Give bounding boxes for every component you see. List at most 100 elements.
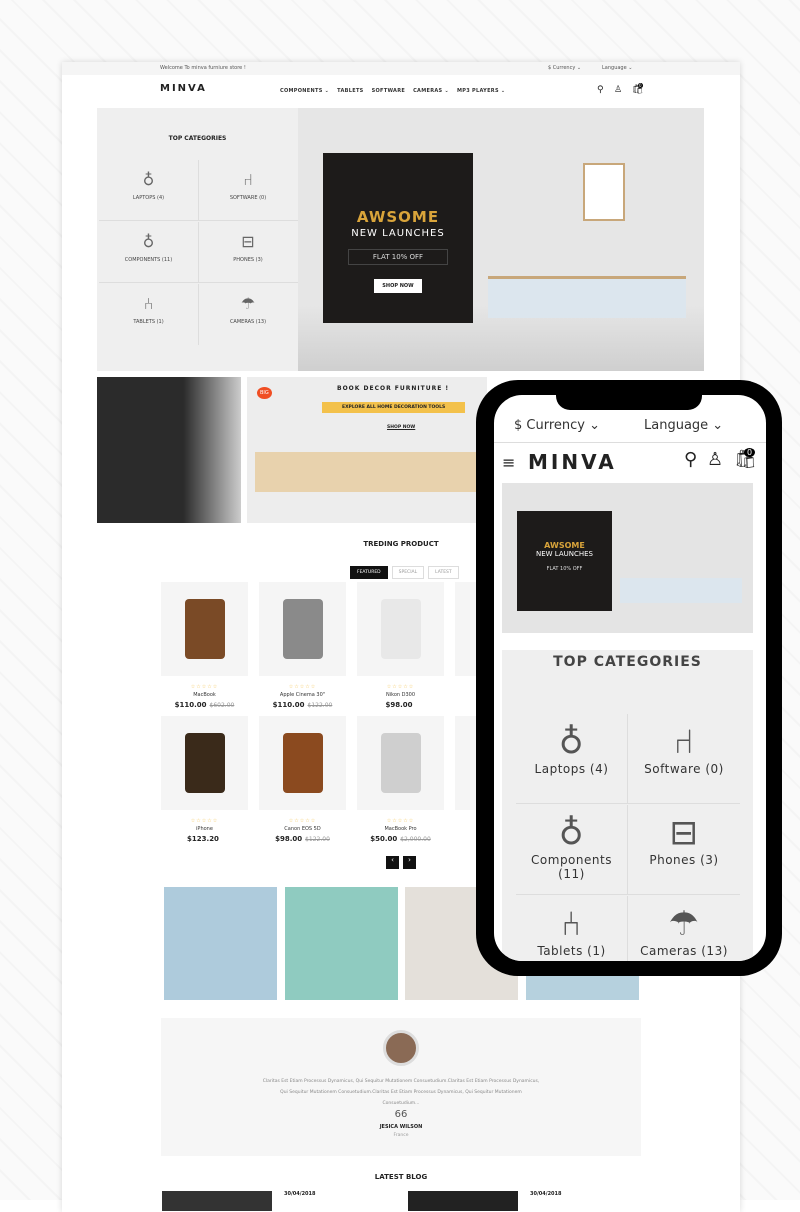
mobile-category-laptops[interactable]: ♁ Laptops (4) [516,714,628,804]
hero-shop-now-button[interactable]: SHOP NOW [374,279,422,293]
product-image[interactable] [161,582,248,676]
product-image[interactable] [161,716,248,810]
bookshelf-image [255,452,485,492]
testimonial-section: Claritas Est Etiam Processus Dynamicus, … [161,1018,641,1156]
product-price: $98.00 $122.00 [275,835,330,843]
prev-arrow-button[interactable]: ‹ [386,856,399,869]
interior-banner[interactable] [97,377,241,523]
product-card[interactable]: ☆☆☆☆☆ Canon EOS 5D $98.00 $122.00 [259,716,346,843]
blog-image-2[interactable] [408,1191,518,1211]
pendant-lamp-icon: ♁ [142,232,155,251]
product-card[interactable]: ☆☆☆☆☆ MacBook Pro $50.00 $2,000.00 [357,716,444,843]
phone-notch [556,388,702,410]
gallery-image-1[interactable] [164,887,277,1000]
testimonial-text: Claritas Est Etiam Processus Dynamicus, … [262,1079,540,1106]
hero-offer: FLAT 10% OFF [348,249,448,265]
mobile-currency-dropdown[interactable]: $ Currency ⌄ [514,418,600,433]
category-cameras[interactable]: ☂ CAMERAS (13) [198,284,298,345]
category-software[interactable]: ⑁ SOFTWARE (0) [198,160,298,221]
rating-stars: ☆☆☆☆☆ [386,684,415,690]
old-price: $2,000.00 [400,836,431,843]
mobile-category-phones[interactable]: ⊟ Phones (3) [628,805,740,895]
promo-badge: BIG [257,387,272,399]
product-name[interactable]: Nikon D300 [357,692,444,698]
top-categories-panel: TOP CATEGORIES ♁ LAPTOPS (4) ⑁ SOFTWARE (0… [97,108,298,371]
mobile-category-software[interactable]: ⑁ Software (0) [628,714,740,804]
promo-banner[interactable]: BIG BOOK DECOR FURNITURE ! EXPLORE ALL H… [247,377,487,523]
search-icon[interactable]: ⚲ [597,85,604,95]
mobile-category-cameras[interactable]: ☂ Cameras (13) [628,896,740,961]
promo-shop-now-link[interactable]: SHOP NOW [387,425,415,430]
product-name[interactable]: iPhone [161,826,248,832]
mobile-hero-offer: FLAT 10% OFF [546,566,583,572]
product-image[interactable] [259,582,346,676]
tab-special[interactable]: SPECIAL [391,566,425,579]
category-components[interactable]: ♁ COMPONENTS (11) [99,222,199,283]
mobile-categories-panel: TOP CATEGORIES ♁ Laptops (4) ⑁ Software (0… [502,650,753,961]
nav-components[interactable]: COMPONENTS ⌄ [280,88,329,94]
product-card[interactable]: ☆☆☆☆☆ iPhone $123.20 [161,716,248,843]
hero-board: AWSOME NEW LAUNCHES FLAT 10% OFF SHOP NO… [323,153,473,323]
old-price: $122.00 [305,836,330,843]
product-tabs: FEATURED SPECIAL LATEST [348,558,461,579]
category-laptops[interactable]: ♁ LAPTOPS (4) [99,160,199,221]
nav-cameras[interactable]: CAMERAS ⌄ [413,88,449,94]
old-price: $602.00 [209,702,235,709]
drawer-lamp-icon: ⊟ [669,813,699,853]
drawer-lamp-icon: ⊟ [241,232,255,251]
nav-software[interactable]: SOFTWARE [372,88,406,94]
rating-stars: ☆☆☆☆☆ [288,684,317,690]
product-image[interactable] [357,716,444,810]
nav-tablets[interactable]: TABLETS [337,88,363,94]
product-name[interactable]: MacBook [161,692,248,698]
mobile-phone-mockup: $ Currency ⌄ Language ⌄ ≡ MINVA ⚲ ♙ 🛍 0 … [476,380,782,976]
category-phones[interactable]: ⊟ PHONES (3) [198,222,298,283]
product-name[interactable]: Apple Cinema 30" [259,692,346,698]
gallery-image-2[interactable] [285,887,398,1000]
category-tablets[interactable]: ⑃ TABLETS (1) [99,284,199,345]
blog-image-1[interactable] [162,1191,272,1211]
product-price: $50.00 $2,000.00 [370,835,431,843]
hero-banner[interactable]: AWSOME NEW LAUNCHES FLAT 10% OFF SHOP NO… [298,108,704,371]
blog-title: LATEST BLOG [374,1173,428,1181]
nav-mp3-players[interactable]: MP3 PLAYERS ⌄ [457,88,505,94]
categories-title: TOP CATEGORIES [168,135,227,142]
mobile-language-dropdown[interactable]: Language ⌄ [644,418,723,433]
mobile-search-icon[interactable]: ⚲ [684,449,697,470]
product-card[interactable]: ☆☆☆☆☆ MacBook $110.00 $602.00 [161,582,248,709]
product-image[interactable] [357,582,444,676]
mobile-cart-count: 0 [744,448,756,457]
mobile-user-icon[interactable]: ♙ [707,449,723,470]
quote-icon: 66 [394,1109,408,1120]
pendant-lamp-icon: ♁ [558,722,585,762]
product-price: $123.20 [187,835,219,843]
main-nav: COMPONENTS ⌄ TABLETS SOFTWARE CAMERAS ⌄ … [280,88,505,94]
rating-stars: ☆☆☆☆☆ [190,818,219,824]
mobile-category-components[interactable]: ♁ Components (11) [516,805,628,895]
mobile-logo[interactable]: MINVA [528,450,617,474]
product-name[interactable]: Canon EOS 5D [259,826,346,832]
patio-umbrella-icon: ☂ [668,904,700,944]
avatar [383,1030,419,1066]
hamburger-menu-icon[interactable]: ≡ [502,453,515,472]
product-image[interactable] [259,716,346,810]
currency-dropdown[interactable]: $ Currency ⌄ [548,62,581,75]
logo[interactable]: MINVA [160,83,207,94]
rating-stars: ☆☆☆☆☆ [288,818,317,824]
tab-latest[interactable]: LATEST [428,566,459,579]
mobile-hero-banner[interactable]: AWSOME NEW LAUNCHES FLAT 10% OFF [502,483,753,633]
pendant-lamp-icon: ♁ [142,170,155,189]
desk-chair-icon: ⑁ [243,170,253,189]
testimonial-location: France [393,1133,409,1138]
product-card[interactable]: ☆☆☆☆☆ Nikon D300 $98.00 [357,582,444,709]
product-name[interactable]: MacBook Pro [357,826,444,832]
mobile-category-tablets[interactable]: ⑃ Tablets (1) [516,896,628,961]
old-price: $122.00 [307,702,333,709]
user-icon[interactable]: ♙ [614,85,622,95]
product-card[interactable]: ☆☆☆☆☆ Apple Cinema 30" $110.00 $122.00 [259,582,346,709]
pendant-lamp-icon: ♁ [558,813,585,853]
language-dropdown[interactable]: Language ⌄ [602,62,632,75]
next-arrow-button[interactable]: › [403,856,416,869]
patio-umbrella-icon: ☂ [240,294,256,313]
tab-featured[interactable]: FEATURED [350,566,388,579]
